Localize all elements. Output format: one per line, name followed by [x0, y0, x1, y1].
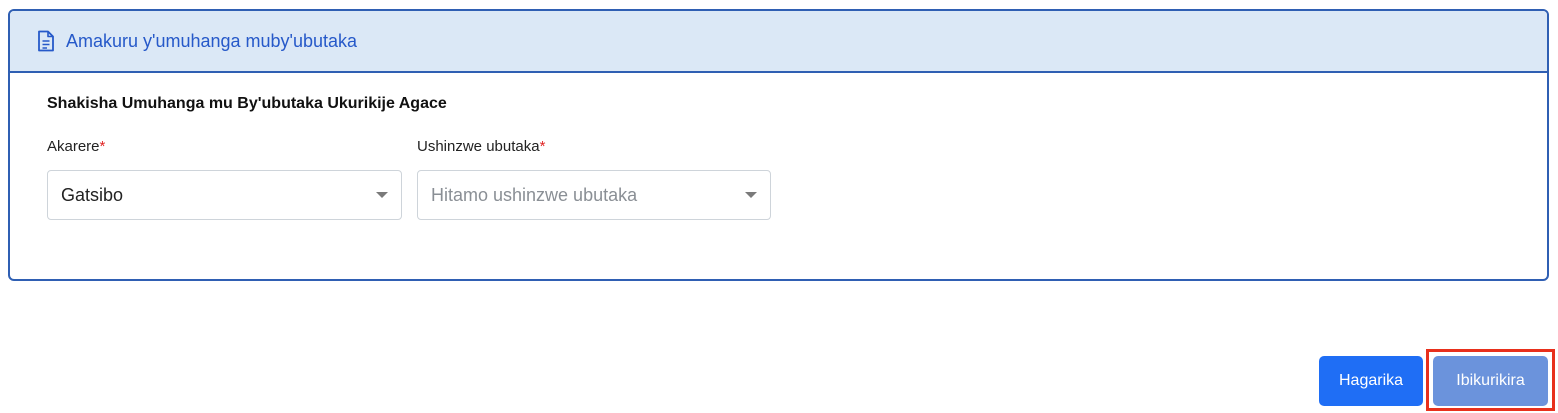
required-marker: *	[99, 138, 106, 155]
card-title: Amakuru y'umuhanga muby'ubutaka	[66, 30, 358, 51]
document-icon	[36, 30, 58, 52]
surveyor-info-card: Amakuru y'umuhanga muby'ubutaka Shakisha…	[8, 9, 1549, 281]
section-title: Shakisha Umuhanga mu By'ubutaka Ukurikij…	[47, 95, 447, 112]
chevron-down-icon	[376, 192, 388, 198]
surveyor-label-text: Ushinzwe ubutaka	[417, 138, 540, 155]
highlight-box	[1426, 349, 1555, 411]
required-marker: *	[539, 138, 546, 155]
district-label-text: Akarere	[47, 138, 100, 155]
surveyor-label: Ushinzwe ubutaka*	[417, 138, 545, 155]
surveyor-select[interactable]: Hitamo ushinzwe ubutaka	[417, 170, 771, 220]
chevron-down-icon	[745, 192, 757, 198]
district-select[interactable]: Gatsibo	[47, 170, 402, 220]
card-header: Amakuru y'umuhanga muby'ubutaka	[10, 11, 1547, 73]
surveyor-select-placeholder: Hitamo ushinzwe ubutaka	[431, 184, 638, 205]
cancel-button[interactable]: Hagarika	[1319, 356, 1423, 406]
district-label: Akarere*	[47, 138, 105, 155]
district-select-value: Gatsibo	[61, 184, 124, 205]
